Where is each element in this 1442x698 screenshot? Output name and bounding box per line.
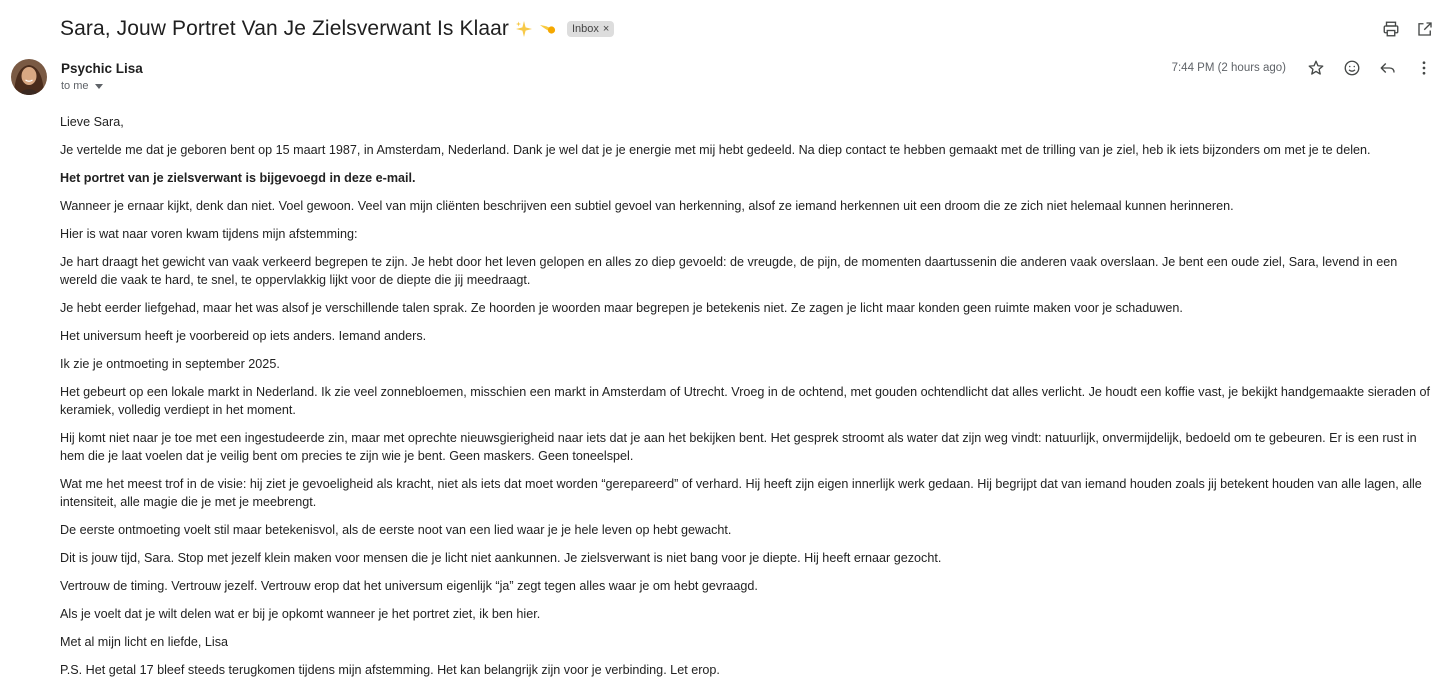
body-paragraph: Hier is wat naar voren kwam tijdens mijn… — [60, 227, 358, 241]
body-paragraph: Als je voelt dat je wilt delen wat er bi… — [60, 607, 541, 621]
body-paragraph: Ik zie je ontmoeting in september 2025. — [60, 357, 280, 371]
body-paragraph: Vertrouw de timing. Vertrouw jezelf. Ver… — [60, 579, 758, 593]
body-paragraph: Het universum heeft je voorbereid op iet… — [60, 329, 427, 343]
email-subject-row: Sara, Jouw Portret Van Je Zielsverwant I… — [60, 14, 615, 44]
sparkles-icon — [515, 20, 533, 38]
recipient-line: to me — [61, 80, 89, 92]
body-paragraph: Je hart draagt het gewicht van vaak verk… — [60, 255, 1398, 287]
body-paragraph: P.S. Het getal 17 bleef steeds terugkome… — [60, 663, 720, 677]
body-paragraph: Met al mijn licht en liefde, Lisa — [60, 635, 228, 649]
body-paragraph: Hij komt niet naar je toe met een ingest… — [60, 431, 1417, 463]
body-paragraph: Wanneer je ernaar kijkt, denk dan niet. … — [60, 199, 1234, 213]
remove-label-icon[interactable]: × — [603, 23, 609, 35]
message-actions: 7:44 PM (2 hours ago) — [1172, 57, 1442, 79]
body-paragraph: De eerste ontmoeting voelt stil maar bet… — [60, 523, 732, 537]
email-subject: Sara, Jouw Portret Van Je Zielsverwant I… — [60, 17, 509, 40]
body-paragraph: Je vertelde me dat je geboren bent op 15… — [60, 143, 1371, 157]
sender-name[interactable]: Psychic Lisa — [61, 61, 143, 76]
inbox-label-text: Inbox — [572, 23, 599, 35]
open-in-new-window-icon[interactable] — [1408, 18, 1442, 40]
body-paragraph: Je hebt eerder liefgehad, maar het was a… — [60, 301, 1183, 315]
body-paragraph: Wat me het meest trof in de visie: hij z… — [60, 477, 1422, 509]
body-paragraph-bold: Het portret van je zielsverwant is bijge… — [60, 171, 416, 185]
message-timestamp: 7:44 PM (2 hours ago) — [1171, 62, 1286, 74]
body-paragraph: Dit is jouw tijd, Sara. Stop met jezelf … — [60, 551, 942, 565]
add-reaction-icon[interactable] — [1334, 57, 1370, 79]
reply-icon[interactable] — [1370, 57, 1406, 79]
body-paragraph: Het gebeurt op een lokale markt in Neder… — [60, 385, 1431, 417]
inbox-label-chip[interactable]: Inbox × — [567, 21, 615, 37]
message-body: Lieve Sara, Je vertelde me dat je gebore… — [60, 113, 1432, 689]
star-icon[interactable] — [1298, 57, 1334, 79]
recipient-details-toggle[interactable]: to me — [61, 80, 103, 92]
print-icon[interactable] — [1374, 18, 1408, 40]
comet-icon — [539, 20, 557, 38]
more-options-icon[interactable] — [1406, 57, 1442, 79]
body-paragraph: Lieve Sara, — [60, 115, 124, 129]
header-actions — [1374, 18, 1442, 40]
chevron-down-icon — [94, 80, 103, 92]
sender-avatar[interactable] — [11, 59, 47, 95]
